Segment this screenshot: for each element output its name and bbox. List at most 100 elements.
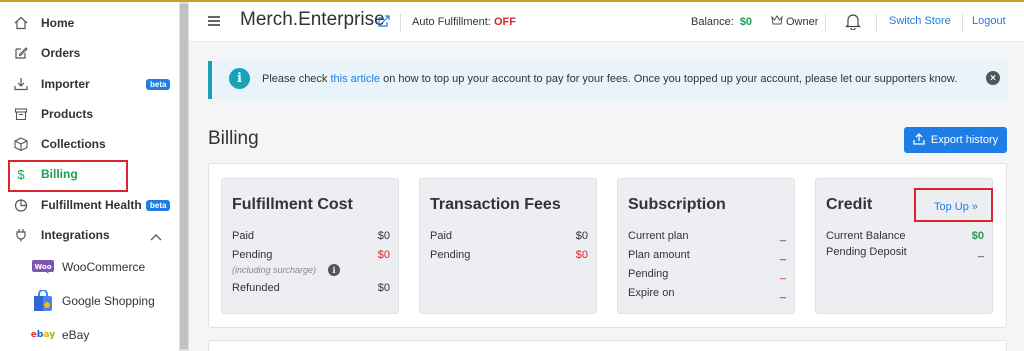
row-label: Pending — [232, 249, 273, 261]
bell-icon[interactable] — [845, 12, 861, 33]
current-plan-row: Current plan _ — [628, 230, 786, 242]
sidebar-item-products[interactable]: Products — [0, 100, 179, 128]
row-value: $0 — [377, 282, 390, 294]
woocommerce-logo-icon: Woo — [32, 256, 54, 278]
beta-badge: beta — [146, 200, 171, 211]
sidebar-item-label: Fulfillment Health — [41, 198, 142, 212]
card-title: Fulfillment Cost — [232, 196, 353, 213]
next-panel — [208, 340, 1007, 351]
row-label: Plan amount — [628, 249, 690, 261]
balance-display: Balance: $0 — [691, 16, 752, 28]
row-value: $0 — [377, 249, 390, 261]
row-label: Current Balance — [826, 230, 906, 242]
alert-text-after: on how to top up your account to pay for… — [380, 73, 958, 85]
billing-highlight-box — [8, 160, 128, 192]
row-value: _ — [779, 268, 786, 280]
row-label: Paid — [232, 230, 255, 242]
row-label: Pending — [430, 249, 471, 261]
balance-label: Balance: — [691, 16, 734, 28]
pending-row: Pending _ — [628, 268, 786, 280]
balance-value: $0 — [739, 16, 753, 28]
sidebar-item-label: Home — [41, 16, 75, 30]
credit-card: Credit Top Up » Current Balance $0 Pendin… — [815, 178, 993, 314]
row-value: $0 — [377, 230, 390, 242]
sidebar-item-orders[interactable]: Orders — [0, 39, 179, 67]
row-label: Pending — [628, 268, 669, 280]
auto-fulfillment-value[interactable]: OFF — [494, 16, 516, 28]
owner-label: Owner — [786, 15, 819, 28]
row-value: _ — [779, 230, 786, 242]
svg-text:Woo: Woo — [34, 263, 51, 271]
home-icon — [13, 15, 29, 31]
paid-row: Paid $0 — [232, 230, 390, 242]
pending-row: Pending $0 — [232, 249, 390, 261]
row-label: Current plan — [628, 230, 689, 242]
export-history-button[interactable]: Export history — [904, 127, 1007, 153]
sidebar-item-home[interactable]: Home — [0, 9, 179, 37]
export-history-label: Export history — [930, 134, 999, 146]
edit-icon — [13, 45, 29, 61]
pie-icon — [13, 197, 29, 213]
header-divider — [825, 14, 826, 32]
row-value: $0 — [971, 230, 984, 242]
beta-badge: beta — [146, 79, 171, 90]
expire-on-row: Expire on _ — [628, 287, 786, 299]
pending-row: Pending $0 — [430, 249, 588, 261]
external-link-icon[interactable] — [378, 15, 390, 30]
sidebar-item-label: Products — [41, 107, 94, 121]
row-value: _ — [779, 287, 786, 299]
plug-icon — [13, 227, 29, 243]
integration-item-google-shopping[interactable]: Google Shopping — [0, 286, 179, 316]
sidebar-item-importer[interactable]: Importer beta — [0, 70, 179, 98]
row-label: Paid — [430, 230, 453, 242]
transaction-fees-card: Transaction Fees Paid $0 Pending $0 — [419, 178, 597, 314]
double-chevron-right-icon: » — [971, 201, 979, 213]
integration-label: eBay — [62, 328, 90, 342]
refunded-row: Refunded $0 — [232, 282, 390, 294]
card-title: Credit — [826, 196, 873, 213]
info-icon[interactable]: i — [328, 264, 340, 276]
plan-amount-row: Plan amount _ — [628, 249, 786, 261]
paid-row: Paid $0 — [430, 230, 588, 242]
sidebar-item-collections[interactable]: Collections — [0, 130, 179, 158]
sidebar-item-fulfillment-health[interactable]: Fulfillment Health beta — [0, 191, 179, 219]
integration-item-ebay[interactable]: ebay eBay — [0, 320, 179, 350]
upload-icon — [913, 132, 925, 148]
box-icon — [13, 106, 29, 122]
menu-icon[interactable] — [208, 15, 220, 29]
subscription-card: Subscription Current plan _ Plan amount _ … — [617, 178, 795, 314]
row-value: $0 — [575, 230, 588, 242]
sidebar-item-label: Collections — [41, 137, 106, 151]
row-value: $0 — [575, 249, 588, 261]
alert-message: Please check this article on how to top … — [262, 73, 957, 85]
row-label: Pending Deposit — [826, 246, 907, 258]
switch-store-link[interactable]: Switch Store — [889, 15, 951, 27]
top-header: Merch.Enterprise Auto Fulfillment: OFF B… — [189, 2, 1024, 42]
chevron-up-icon[interactable] — [150, 230, 162, 244]
top-up-link[interactable]: Top Up » — [934, 201, 978, 213]
row-value: _ — [779, 249, 786, 261]
close-icon[interactable]: × — [986, 71, 1000, 85]
crown-icon — [771, 15, 783, 28]
auto-fulfillment-label: Auto Fulfillment: — [412, 16, 491, 28]
info-icon: i — [229, 68, 250, 89]
store-name: Merch.Enterprise — [240, 9, 385, 30]
sidebar-item-label: Integrations — [41, 228, 110, 242]
sidebar-scrollbar-thumb[interactable] — [180, 4, 188, 349]
info-alert: i Please check this article on how to to… — [208, 61, 1007, 99]
surcharge-note: (including surcharge) — [232, 265, 317, 275]
header-divider — [962, 14, 963, 32]
fulfillment-cost-card: Fulfillment Cost Paid $0 Pending $0 (inclu… — [221, 178, 399, 314]
header-divider — [876, 14, 877, 32]
auto-fulfillment-status: Auto Fulfillment: OFF — [412, 16, 516, 28]
integration-label: Google Shopping — [62, 294, 155, 308]
header-divider — [400, 14, 401, 32]
download-icon — [13, 76, 29, 92]
row-value: _ — [977, 246, 984, 258]
sidebar-item-label: Orders — [41, 46, 81, 60]
sidebar-item-integrations[interactable]: Integrations — [0, 221, 179, 249]
integration-item-woocommerce[interactable]: Woo WooCommerce — [0, 252, 179, 282]
row-label: Refunded — [232, 282, 280, 294]
logout-link[interactable]: Logout — [972, 15, 1006, 27]
alert-article-link[interactable]: this article — [330, 73, 380, 85]
